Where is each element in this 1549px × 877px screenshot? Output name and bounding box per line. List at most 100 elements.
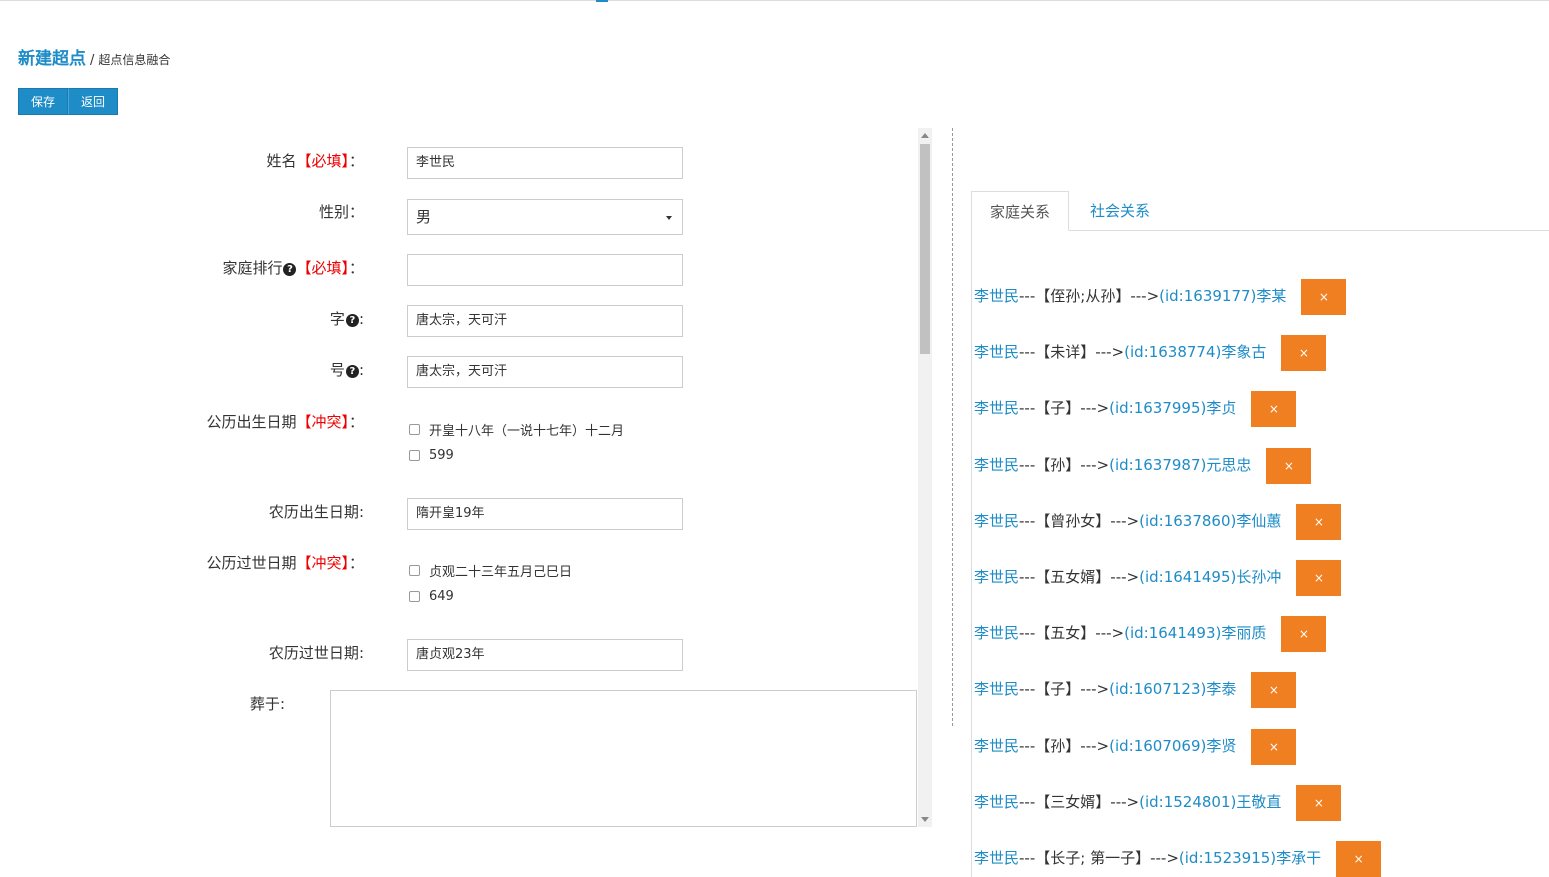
relation-text: 李世民---【曾孙女】--->(id:1637860)李仙蕙: [974, 511, 1282, 530]
relation-type: 【五女】: [1035, 624, 1096, 643]
close-icon: ×: [1283, 458, 1294, 473]
panel-divider: [952, 128, 953, 726]
birth-lunar-input[interactable]: 隋开皇19年: [407, 498, 683, 530]
relation-type: 【长子; 第一子】: [1035, 848, 1151, 867]
checkbox[interactable]: [409, 591, 420, 602]
question-circle-icon[interactable]: ?: [345, 314, 359, 327]
relation-target-link[interactable]: (id:1607069)李贤: [1109, 737, 1236, 755]
list-item: 李世民---【子】--->(id:1637995)李贞 ×: [974, 391, 1381, 447]
relation-text: 李世民---【孙】--->(id:1637987)元思忠: [974, 455, 1252, 474]
scroll-up-arrow-icon[interactable]: [921, 133, 929, 138]
burial-textarea[interactable]: [330, 690, 917, 827]
rank-input[interactable]: [407, 254, 683, 286]
required-marker: 【必填】: [296, 259, 349, 277]
delete-relation-button[interactable]: ×: [1301, 279, 1347, 315]
relation-self-link[interactable]: 李世民: [974, 568, 1019, 586]
relation-text: 李世民---【长子; 第一子】--->(id:1523915)李承干: [974, 848, 1322, 867]
toolbar: 保存 返回: [18, 88, 119, 115]
relation-self-link[interactable]: 李世民: [974, 343, 1019, 361]
relation-text: 李世民---【五女】--->(id:1641493)李丽质: [974, 624, 1267, 643]
question-circle-icon[interactable]: ?: [345, 365, 359, 378]
relation-target-link[interactable]: (id:1641493)李丽质: [1124, 624, 1266, 642]
relation-self-link[interactable]: 李世民: [974, 624, 1019, 642]
delete-relation-button[interactable]: ×: [1251, 391, 1297, 428]
relation-self-link[interactable]: 李世民: [974, 793, 1019, 811]
delete-relation-button[interactable]: ×: [1296, 784, 1342, 821]
checkbox[interactable]: [409, 424, 420, 435]
close-icon: ×: [1313, 570, 1324, 585]
tab-social-relations[interactable]: 社会关系: [1090, 191, 1150, 231]
breadcrumb-separator: /: [90, 53, 95, 68]
delete-relation-button[interactable]: ×: [1251, 672, 1297, 709]
relation-self-link[interactable]: 李世民: [974, 849, 1019, 867]
death-solar-option[interactable]: 649: [409, 589, 454, 604]
relation-target-link[interactable]: (id:1523915)李承干: [1179, 849, 1321, 867]
close-icon: ×: [1353, 851, 1364, 866]
list-item: 李世民---【子】--->(id:1607123)李泰 ×: [974, 672, 1381, 728]
delete-relation-button[interactable]: ×: [1281, 616, 1327, 653]
back-button[interactable]: 返回: [68, 88, 119, 115]
death-lunar-input[interactable]: 唐贞观23年: [407, 639, 683, 671]
birth-solar-option[interactable]: 599: [409, 448, 454, 463]
relation-type: 【子】: [1035, 680, 1081, 699]
delete-relation-button[interactable]: ×: [1296, 559, 1342, 596]
conflict-marker: 【冲突】: [296, 554, 349, 572]
relation-self-link[interactable]: 李世民: [974, 287, 1019, 305]
relation-type: 【曾孙女】: [1035, 511, 1111, 530]
relation-type: 【侄孙;从孙】: [1035, 287, 1131, 305]
relations-panel-border: [971, 230, 972, 877]
required-marker: 【必填】: [296, 152, 349, 170]
delete-relation-button[interactable]: ×: [1281, 335, 1327, 372]
relation-type: 【未详】: [1035, 343, 1096, 362]
top-progress-indicator: [596, 0, 608, 2]
rank-label: 家庭排行? 【必填】：: [222, 259, 364, 277]
relation-type: 【孙】: [1035, 736, 1081, 755]
relation-text: 李世民---【三女婿】--->(id:1524801)王敬直: [974, 792, 1282, 811]
relation-target-link[interactable]: (id:1524801)王敬直: [1139, 793, 1281, 811]
delete-relation-button[interactable]: ×: [1266, 447, 1312, 484]
list-item: 李世民---【三女婿】--->(id:1524801)王敬直 ×: [974, 784, 1381, 841]
delete-relation-button[interactable]: ×: [1296, 503, 1342, 540]
tab-family-relations[interactable]: 家庭关系: [971, 191, 1069, 231]
delete-relation-button[interactable]: ×: [1251, 728, 1297, 765]
relation-self-link[interactable]: 李世民: [974, 512, 1019, 530]
relation-target-link[interactable]: (id:1637860)李仙蕙: [1139, 512, 1281, 530]
close-icon: ×: [1313, 514, 1324, 529]
relation-self-link[interactable]: 李世民: [974, 456, 1019, 474]
question-circle-icon[interactable]: ?: [283, 263, 297, 276]
birth-solar-option[interactable]: 开皇十八年（一说十七年）十二月: [409, 420, 624, 439]
relation-self-link[interactable]: 李世民: [974, 399, 1019, 417]
scroll-down-arrow-icon[interactable]: [921, 817, 929, 822]
relation-self-link[interactable]: 李世民: [974, 680, 1019, 698]
death-solar-option[interactable]: 贞观二十三年五月己巳日: [409, 561, 572, 580]
gender-select[interactable]: 男: [407, 199, 683, 235]
close-icon: ×: [1298, 627, 1309, 642]
relation-type: 【三女婿】: [1035, 792, 1111, 811]
courtesy-label: 字?:: [329, 310, 364, 328]
relation-target-link[interactable]: (id:1641495)长孙冲: [1139, 568, 1281, 586]
checkbox[interactable]: [409, 565, 420, 576]
list-item: 李世民---【五女婿】--->(id:1641495)长孙冲 ×: [974, 559, 1381, 616]
form-scrollbar[interactable]: [918, 128, 932, 827]
courtesy-input[interactable]: 唐太宗，天可汗: [407, 305, 683, 337]
list-item: 李世民---【孙】--->(id:1607069)李贤 ×: [974, 728, 1381, 785]
scroll-thumb[interactable]: [920, 144, 930, 354]
birth-lunar-label: 农历出生日期:: [268, 503, 364, 521]
top-border: [0, 0, 1549, 1]
delete-relation-button[interactable]: ×: [1336, 840, 1382, 877]
checkbox[interactable]: [409, 450, 420, 461]
birth-solar-label: 公历出生日期【冲突】：: [206, 413, 364, 431]
name-input[interactable]: 李世民: [407, 147, 683, 179]
relation-text: 李世民---【子】--->(id:1637995)李贞: [974, 399, 1237, 418]
relation-target-link[interactable]: (id:1638774)李象古: [1124, 343, 1266, 361]
alias-input[interactable]: 唐太宗，天可汗: [407, 356, 683, 388]
list-item: 李世民---【五女】--->(id:1641493)李丽质 ×: [974, 616, 1381, 672]
save-button[interactable]: 保存: [18, 88, 69, 115]
relation-self-link[interactable]: 李世民: [974, 737, 1019, 755]
relation-target-link[interactable]: (id:1637987)元思忠: [1109, 456, 1251, 474]
relation-target-link[interactable]: (id:1607123)李泰: [1109, 680, 1236, 698]
close-icon: ×: [1313, 795, 1324, 810]
relation-target-link[interactable]: (id:1639177)李某: [1159, 287, 1286, 305]
page-subtitle: 超点信息融合: [98, 53, 171, 67]
relation-target-link[interactable]: (id:1637995)李贞: [1109, 399, 1236, 417]
